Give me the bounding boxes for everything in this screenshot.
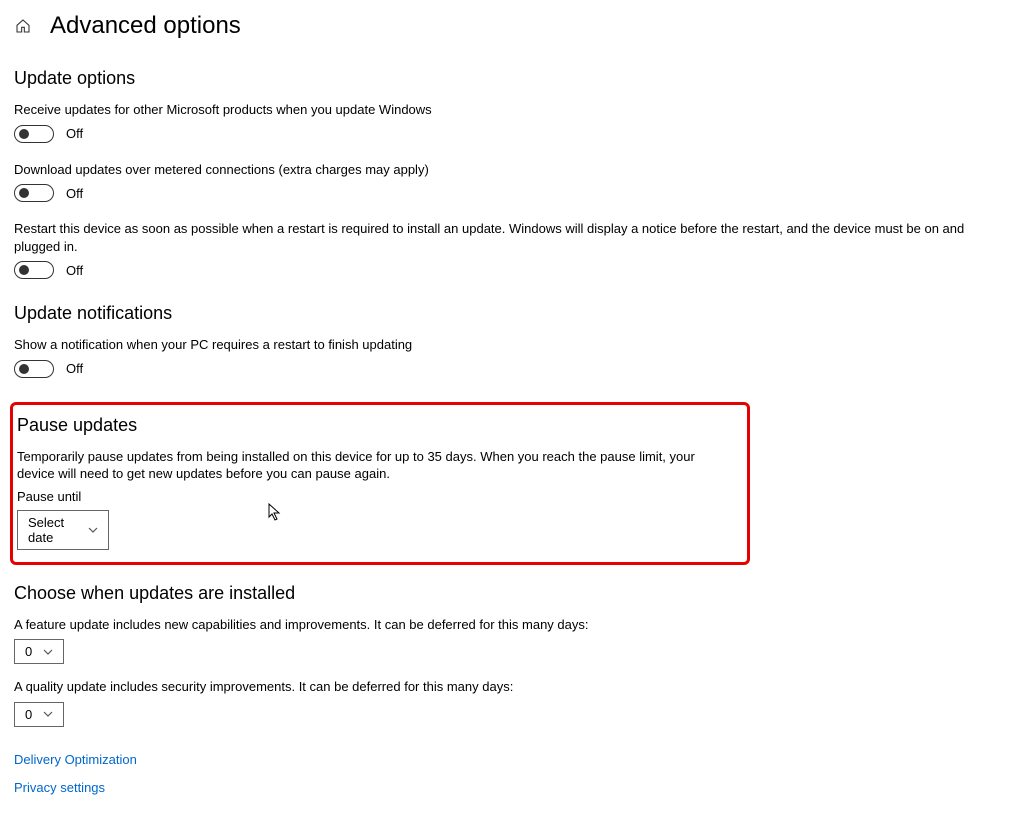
dropdown-feature-defer-value: 0 — [25, 644, 32, 659]
dropdown-pause-date[interactable]: Select date — [17, 510, 109, 550]
section-choose-install: Choose when updates are installed A feat… — [14, 583, 1010, 727]
chevron-down-icon — [43, 709, 53, 719]
section-update-options: Update options Receive updates for other… — [14, 68, 1010, 279]
desc-opt-metered: Download updates over metered connection… — [14, 161, 1010, 179]
heading-update-notifications: Update notifications — [14, 303, 1010, 324]
toggle-notifications[interactable] — [14, 360, 54, 378]
desc-feature-update: A feature update includes new capabiliti… — [14, 616, 1010, 634]
toggle-restart[interactable] — [14, 261, 54, 279]
page-title: Advanced options — [50, 12, 241, 40]
heading-update-options: Update options — [14, 68, 1010, 89]
heading-choose-install: Choose when updates are installed — [14, 583, 1010, 604]
dropdown-pause-date-value: Select date — [28, 515, 78, 545]
dropdown-feature-defer[interactable]: 0 — [14, 639, 64, 664]
toggle-state-restart: Off — [66, 263, 83, 278]
desc-opt-other-products: Receive updates for other Microsoft prod… — [14, 101, 1010, 119]
desc-quality-update: A quality update includes security impro… — [14, 678, 1010, 696]
toggle-state-notifications: Off — [66, 361, 83, 376]
section-update-notifications: Update notifications Show a notification… — [14, 303, 1010, 378]
desc-pause-updates: Temporarily pause updates from being ins… — [17, 448, 717, 483]
dropdown-quality-defer-value: 0 — [25, 707, 32, 722]
link-delivery-optimization[interactable]: Delivery Optimization — [14, 752, 137, 767]
desc-notifications: Show a notification when your PC require… — [14, 336, 1010, 354]
heading-pause-updates: Pause updates — [17, 415, 739, 436]
page-header: Advanced options — [14, 12, 1010, 40]
highlight-pause-updates: Pause updates Temporarily pause updates … — [10, 402, 750, 565]
label-pause-until: Pause until — [17, 489, 739, 504]
chevron-down-icon — [88, 525, 98, 535]
toggle-row-restart: Off — [14, 261, 1010, 279]
toggle-state-metered: Off — [66, 186, 83, 201]
toggle-metered[interactable] — [14, 184, 54, 202]
chevron-down-icon — [43, 647, 53, 657]
toggle-other-products[interactable] — [14, 125, 54, 143]
link-privacy-settings[interactable]: Privacy settings — [14, 780, 105, 795]
toggle-row-other-products: Off — [14, 125, 1010, 143]
toggle-state-other-products: Off — [66, 126, 83, 141]
dropdown-quality-defer[interactable]: 0 — [14, 702, 64, 727]
toggle-row-notifications: Off — [14, 360, 1010, 378]
home-icon[interactable] — [14, 17, 32, 35]
desc-opt-restart: Restart this device as soon as possible … — [14, 220, 1010, 255]
toggle-row-metered: Off — [14, 184, 1010, 202]
